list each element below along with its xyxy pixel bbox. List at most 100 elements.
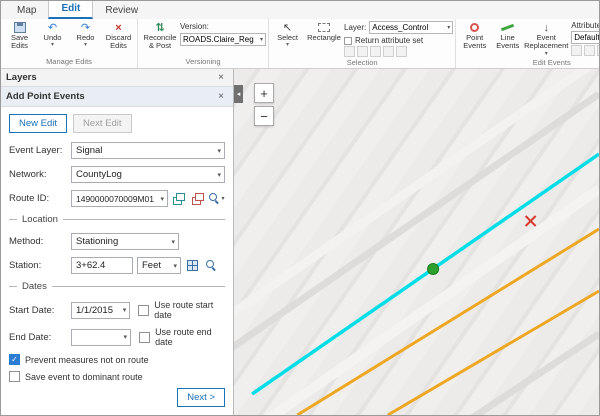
point-events-button[interactable]: Point Events [458, 20, 491, 51]
chevron-down-icon[interactable]: ▾ [286, 42, 289, 48]
rectangle-button[interactable]: Rectangle [304, 20, 344, 42]
group-label-selection: Selection [271, 57, 453, 69]
event-tool-icon[interactable] [571, 45, 582, 56]
grid-picker-icon [187, 260, 198, 271]
chevron-down-icon[interactable]: ▾ [51, 42, 54, 48]
selection-tool-icon[interactable] [357, 46, 368, 57]
panel-title: Add Point Events [6, 91, 214, 102]
map-canvas[interactable] [234, 69, 599, 415]
chevron-down-icon: ▾ [123, 306, 127, 314]
tab-edit[interactable]: Edit [48, 0, 93, 19]
event-point-marker[interactable] [428, 264, 439, 275]
close-icon[interactable]: × [214, 72, 228, 83]
version-select[interactable]: ROADS.Claire_Reg ▾ [180, 33, 266, 46]
chevron-down-icon: ▾ [171, 238, 175, 246]
next-edit-button: Next Edit [73, 114, 132, 133]
station-input[interactable]: 3+62.4 [71, 257, 133, 274]
group-selection: ↖ Select ▾ Rectangle Layer: Access_Contr… [269, 19, 456, 68]
background-road [234, 94, 599, 374]
checkbox-icon [139, 332, 150, 343]
attribute-set-select[interactable]: Default ▾ [571, 31, 599, 44]
main-area: Layers × Add Point Events × New Edit Nex… [1, 69, 599, 415]
zoom-out-button[interactable]: − [254, 106, 274, 126]
pick-location-on-map-button[interactable] [184, 258, 200, 274]
dates-section-header: Dates [9, 281, 225, 292]
panel-collapse-button[interactable]: ◂ [234, 85, 243, 103]
use-route-end-date-checkbox[interactable]: Use route end date [139, 327, 225, 347]
chevron-down-icon: ▾ [221, 195, 224, 202]
magnifier-icon [209, 193, 220, 204]
event-replacement-button[interactable]: ↓ Event Replacement ▾ [524, 20, 568, 57]
checkbox-icon [344, 37, 352, 45]
chevron-down-icon: ▾ [447, 24, 450, 31]
zoom-to-route-button[interactable]: ▾ [209, 191, 225, 207]
reconcile-post-button[interactable]: ⇅ Reconcile & Post [140, 20, 180, 51]
route-line[interactable] [252, 154, 599, 394]
selection-tool-icon[interactable] [344, 46, 355, 57]
point-events-icon [470, 23, 479, 32]
end-date-input[interactable]: ▾ [71, 329, 131, 346]
group-edit-events: Point Events Line Events ↓ Event Replace… [456, 19, 599, 68]
network-label: Network: [9, 169, 71, 180]
event-tool-icon[interactable] [597, 45, 599, 56]
select-button[interactable]: ↖ Select ▾ [271, 20, 304, 48]
selection-tool-icon[interactable] [396, 46, 407, 57]
select-route-on-map-button[interactable] [171, 191, 187, 207]
red-x-marker [526, 216, 536, 226]
new-edit-button[interactable]: New Edit [9, 114, 67, 133]
map-view[interactable]: ◂ + − [234, 69, 599, 415]
chevron-down-icon: ▾ [173, 262, 177, 270]
chevron-down-icon: ▾ [260, 36, 263, 43]
background-road [254, 189, 599, 415]
save-dominant-route-checkbox[interactable]: Save event to dominant route [9, 371, 225, 382]
save-edits-button[interactable]: Save Edits [3, 20, 36, 51]
route-id-input[interactable]: 1490000070009M01 ▾ [71, 190, 168, 207]
selection-tool-icon[interactable] [370, 46, 381, 57]
layer-select[interactable]: Access_Control ▾ [369, 21, 453, 34]
close-icon[interactable]: × [214, 91, 228, 102]
ribbon: Save Edits ↶ Undo ▾ ↷ Redo ▾ × Discard E… [1, 19, 599, 69]
chevron-down-icon: ▾ [160, 195, 164, 203]
start-date-label: Start Date: [9, 305, 71, 316]
undo-button[interactable]: ↶ Undo ▾ [36, 20, 69, 48]
line-events-button[interactable]: Line Events [491, 20, 524, 51]
station-label: Station: [9, 260, 71, 271]
panel-body: New Edit Next Edit Event Layer: Signal ▾… [1, 107, 233, 415]
tab-map[interactable]: Map [5, 3, 48, 19]
use-route-start-date-checkbox[interactable]: Use route start date [138, 300, 225, 320]
checkbox-icon [138, 305, 149, 316]
attribute-set-label: Attribute Set: [571, 21, 599, 30]
method-select[interactable]: Stationing ▾ [71, 233, 179, 250]
group-manage-edits: Save Edits ↶ Undo ▾ ↷ Redo ▾ × Discard E… [1, 19, 138, 68]
zoom-to-station-button[interactable] [203, 258, 219, 274]
selection-tool-icon[interactable] [383, 46, 394, 57]
ribbon-tab-bar: Map Edit Review [1, 1, 599, 19]
tab-review[interactable]: Review [93, 3, 150, 19]
discard-edits-button[interactable]: × Discard Edits [102, 20, 135, 51]
event-layer-select[interactable]: Signal ▾ [71, 142, 225, 159]
save-icon [14, 22, 26, 33]
add-point-events-panel: Layers × Add Point Events × New Edit Nex… [1, 69, 234, 415]
chevron-down-icon: ▾ [124, 333, 128, 341]
application-window: Map Edit Review Save Edits ↶ Undo ▾ ↷ Re… [0, 0, 600, 416]
event-tool-icon[interactable] [584, 45, 595, 56]
overlap-rectangles-icon [173, 193, 185, 204]
background-road [395, 334, 599, 415]
select-route-alt-button[interactable] [190, 191, 206, 207]
panel-header: Add Point Events × [1, 87, 233, 107]
next-button[interactable]: Next > [177, 388, 225, 407]
zoom-in-button[interactable]: + [254, 83, 274, 103]
units-select[interactable]: Feet ▾ [137, 257, 181, 274]
return-attribute-set-checkbox[interactable]: Return attribute set [344, 36, 453, 45]
chevron-down-icon: ▾ [217, 147, 221, 155]
overlap-rectangles-red-icon [192, 193, 204, 204]
prevent-measures-checkbox[interactable]: ✓ Prevent measures not on route [9, 354, 225, 365]
version-label: Version: [180, 22, 266, 31]
group-label-manage-edits: Manage Edits [3, 56, 135, 68]
network-select[interactable]: CountyLog ▾ [71, 166, 225, 183]
map-zoom-control: + − [254, 83, 274, 129]
chevron-down-icon[interactable]: ▾ [84, 42, 87, 48]
redo-button[interactable]: ↷ Redo ▾ [69, 20, 102, 48]
start-date-input[interactable]: 1/1/2015 ▾ [71, 302, 130, 319]
layer-label: Layer: [344, 23, 366, 32]
